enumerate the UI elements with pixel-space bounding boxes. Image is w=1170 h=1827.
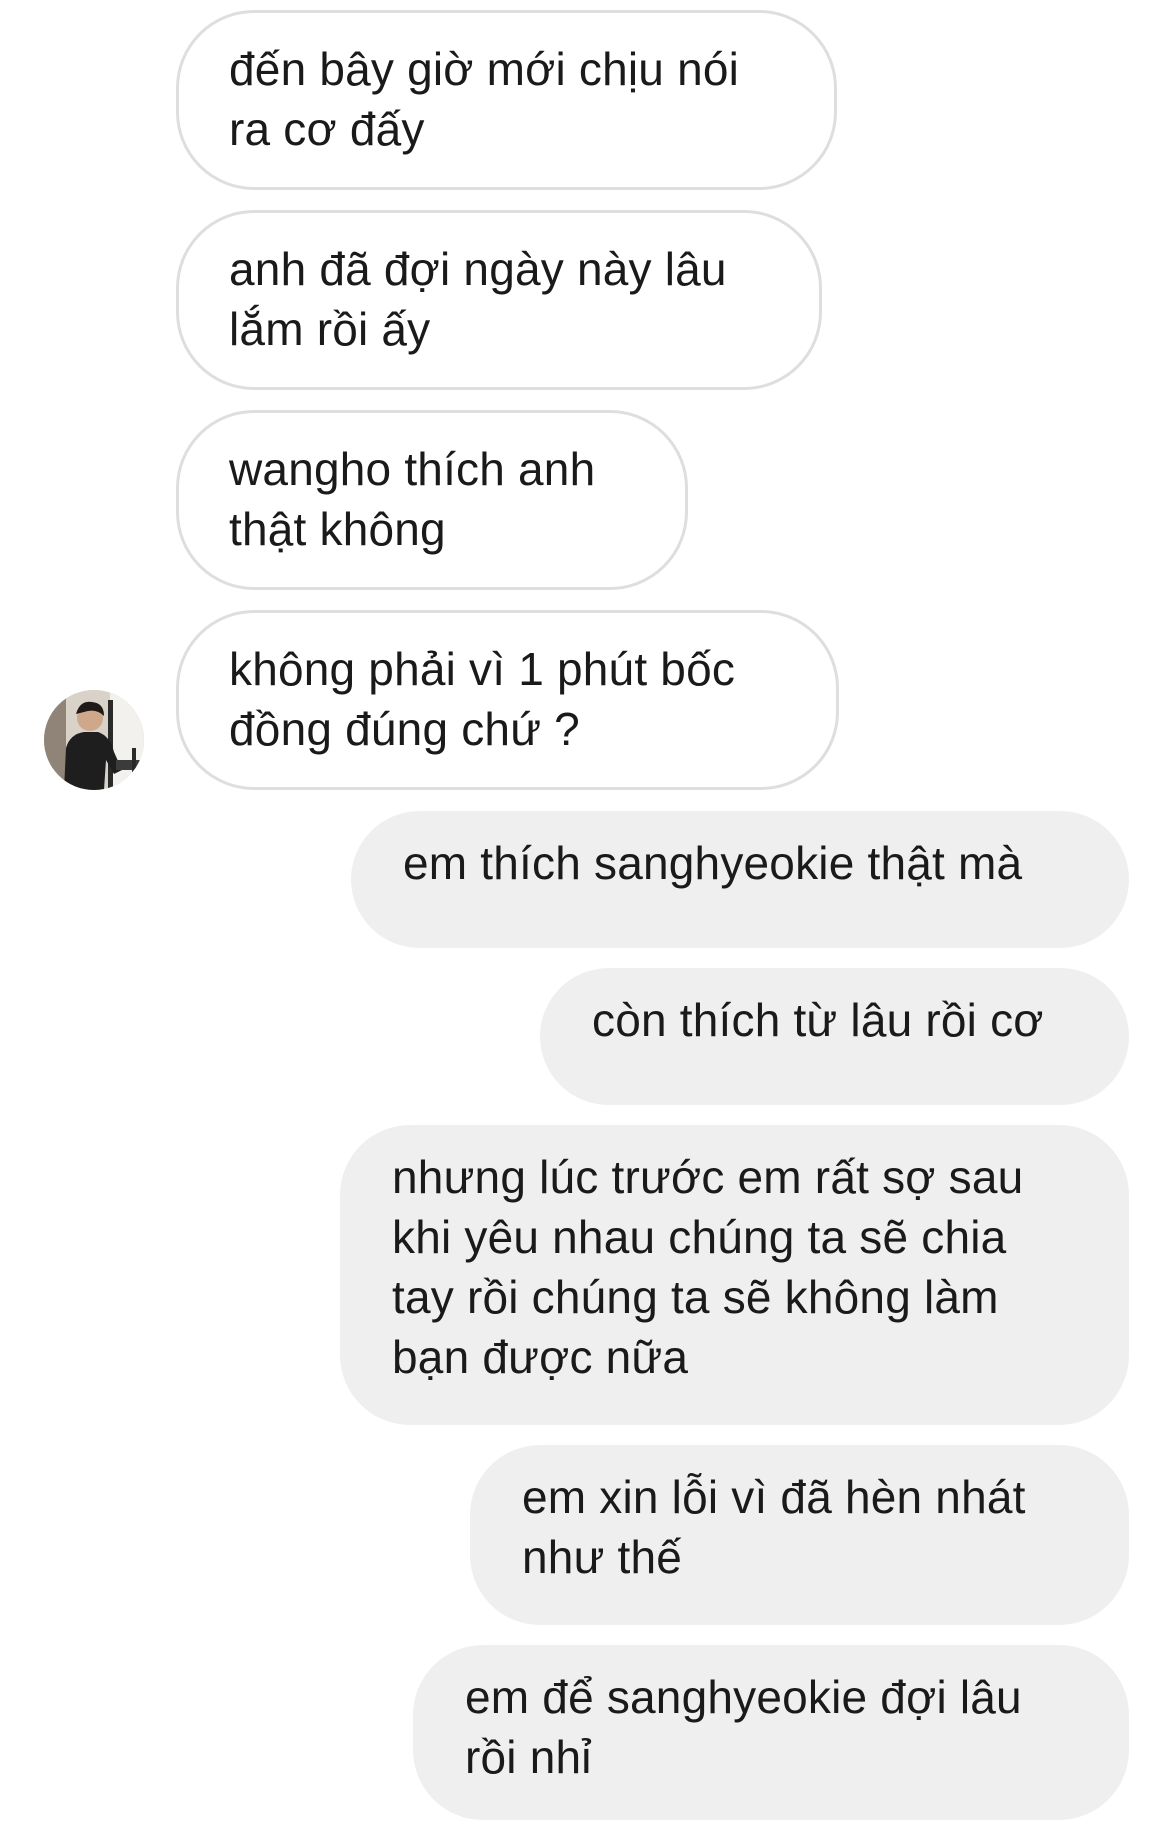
incoming-message[interactable]: đến bây giờ mới chịu nói ra cơ đấy bbox=[176, 10, 837, 190]
sender-avatar[interactable] bbox=[44, 690, 144, 790]
message-text: đến bây giờ mới chịu nói ra cơ đấy bbox=[229, 43, 740, 155]
message-text: wangho thích anh thật không bbox=[229, 443, 596, 555]
outgoing-message[interactable]: nhưng lúc trước em rất sợ sau khi yêu nh… bbox=[340, 1125, 1129, 1425]
message-text: không phải vì 1 phút bốc đồng đúng chứ ? bbox=[229, 643, 736, 755]
incoming-message[interactable]: wangho thích anh thật không bbox=[176, 410, 688, 590]
avatar-photo-icon bbox=[44, 690, 144, 790]
outgoing-message[interactable]: còn thích từ lâu rồi cơ bbox=[540, 968, 1129, 1105]
outgoing-message[interactable]: em thích sanghyeokie thật mà bbox=[351, 811, 1129, 948]
outgoing-message[interactable]: em xin lỗi vì đã hèn nhát như thế bbox=[470, 1445, 1129, 1625]
incoming-message[interactable]: không phải vì 1 phút bốc đồng đúng chứ ? bbox=[176, 610, 839, 790]
message-text: còn thích từ lâu rồi cơ bbox=[592, 994, 1044, 1046]
outgoing-message[interactable]: em để sanghyeokie đợi lâu rồi nhỉ bbox=[413, 1645, 1129, 1820]
message-text: anh đã đợi ngày này lâu lắm rồi ấy bbox=[229, 243, 727, 355]
message-text: nhưng lúc trước em rất sợ sau khi yêu nh… bbox=[392, 1151, 1024, 1383]
incoming-message[interactable]: anh đã đợi ngày này lâu lắm rồi ấy bbox=[176, 210, 822, 390]
message-text: em để sanghyeokie đợi lâu rồi nhỉ bbox=[465, 1671, 1022, 1783]
message-text: em thích sanghyeokie thật mà bbox=[403, 837, 1023, 889]
message-text: em xin lỗi vì đã hèn nhát như thế bbox=[522, 1471, 1026, 1583]
